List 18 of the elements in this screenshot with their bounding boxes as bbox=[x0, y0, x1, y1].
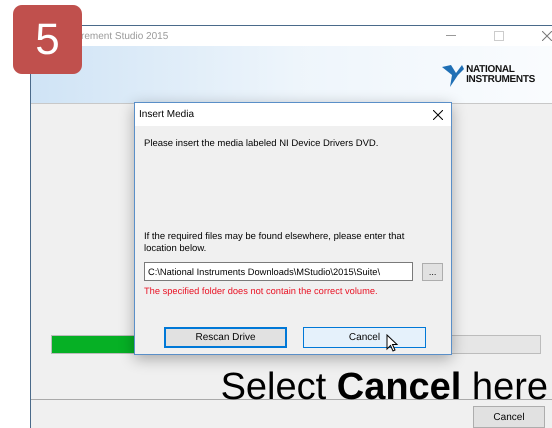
window-title: rement Studio 2015 bbox=[81, 30, 170, 42]
cancel-button[interactable]: Cancel bbox=[473, 406, 545, 428]
instruction-caption: Select Cancel here bbox=[220, 366, 548, 409]
cursor-icon bbox=[386, 334, 398, 352]
dialog-message: Please insert the media labeled NI Device Drivers DVD. bbox=[144, 138, 380, 150]
logo-icon bbox=[442, 62, 464, 86]
minimize-icon[interactable] bbox=[446, 35, 456, 37]
step-badge: 5 bbox=[13, 5, 82, 74]
browse-button[interactable]: ... bbox=[422, 262, 443, 280]
path-field[interactable]: C:\National Instruments Downloads\MStudio\2015\Suite\ bbox=[144, 262, 414, 281]
cancel-button[interactable]: Cancel bbox=[303, 327, 426, 348]
location-hint: If the required files may be found elsewhere, please enter that location below. bbox=[144, 231, 406, 255]
rescan-button[interactable]: Rescan Drive bbox=[164, 327, 287, 348]
logo-text: INSTRUMENTS bbox=[466, 74, 535, 84]
close-icon[interactable] bbox=[433, 110, 443, 120]
dialog-title: Insert Media bbox=[139, 109, 196, 120]
logo-text: NATIONAL bbox=[466, 64, 516, 74]
error-message: The specified folder does not contain the correct volume. bbox=[144, 286, 379, 296]
